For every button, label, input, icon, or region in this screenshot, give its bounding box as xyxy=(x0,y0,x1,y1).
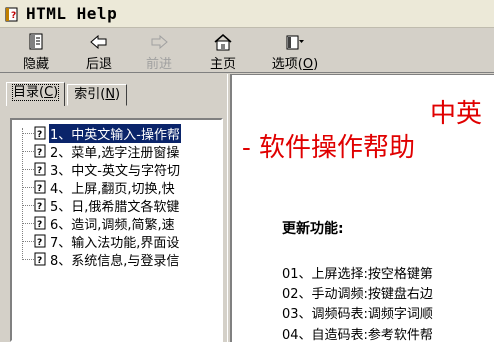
tree-item[interactable]: ? 4、上屏,翻页,切换,快 xyxy=(16,178,176,197)
title-bar: ? HTML Help xyxy=(0,0,494,28)
navigation-pane: 目录(C) 索引(N) ? 1、中英文输入-操作帮? 2、菜单,选字注册窗操? 3、中… xyxy=(0,74,227,342)
tree-connector xyxy=(22,258,34,260)
forward-button[interactable]: 前进 xyxy=(134,29,184,73)
tree-item-label: 6、造词,调频,简繁,速 xyxy=(50,217,175,233)
page-subheading: - 软件操作帮助 xyxy=(242,133,416,163)
tree-connector xyxy=(22,240,34,242)
tree-connector xyxy=(22,222,34,224)
svg-text:?: ? xyxy=(37,256,42,266)
help-page-icon: ? xyxy=(34,162,46,176)
arrow-left-icon xyxy=(90,33,108,51)
tree-connector xyxy=(22,204,34,206)
home-icon xyxy=(213,33,233,51)
tree-item[interactable]: ? 1、中英文输入-操作帮 xyxy=(16,122,182,144)
svg-text:?: ? xyxy=(37,238,42,248)
tree-item-label: 7、输入法功能,界面设 xyxy=(50,235,180,251)
back-button[interactable]: 后退 xyxy=(74,29,124,73)
hide-label: 隐藏 xyxy=(22,57,49,72)
feature-line: 03、调频码表:调频字词顺 xyxy=(282,307,433,322)
help-page-icon: ? xyxy=(34,180,46,194)
toolbar: 隐藏 后退 前进 主页 选项(O) xyxy=(0,29,494,73)
help-page-icon: ? xyxy=(34,144,46,158)
tree-connector xyxy=(22,186,34,188)
contents-tree[interactable]: ? 1、中英文输入-操作帮? 2、菜单,选字注册窗操? 3、中文-英文与字符切? 4、上… xyxy=(10,118,223,342)
tree-item[interactable]: ? 2、菜单,选字注册窗操 xyxy=(16,142,180,161)
svg-text:?: ? xyxy=(37,166,42,176)
feature-line: 02、手动调频:按键盘右边 xyxy=(282,287,433,302)
svg-text:?: ? xyxy=(37,202,42,212)
options-icon xyxy=(284,33,306,51)
nav-tabs: 目录(C) 索引(N) xyxy=(6,82,129,106)
help-page-icon: ? xyxy=(34,198,46,212)
tree-connector xyxy=(22,132,34,134)
help-book-icon: ? xyxy=(4,6,20,22)
svg-text:?: ? xyxy=(11,11,16,21)
content-pane[interactable]: 中英 - 软件操作帮助 更新功能: 01、上屏选择:按空格键第 02、手动调频:… xyxy=(231,74,494,342)
home-button[interactable]: 主页 xyxy=(198,29,248,73)
svg-text:?: ? xyxy=(37,220,42,230)
options-button[interactable]: 选项(O) xyxy=(264,29,326,73)
svg-text:?: ? xyxy=(37,130,42,140)
tree-item-label: 2、菜单,选字注册窗操 xyxy=(50,145,180,161)
tree-item-label: 3、中文-英文与字符切 xyxy=(50,163,180,179)
section-title: 更新功能: xyxy=(282,221,344,237)
svg-text:?: ? xyxy=(37,184,42,194)
page-heading: 中英 xyxy=(430,99,483,129)
hide-button[interactable]: 隐藏 xyxy=(8,29,64,73)
forward-label: 前进 xyxy=(145,57,172,72)
tree-item[interactable]: ? 7、输入法功能,界面设 xyxy=(16,232,180,251)
feature-line: 04、自造码表:参考软件帮 xyxy=(282,328,433,342)
tree-connector xyxy=(22,168,34,170)
tree-item-label: 8、系统信息,与登录信 xyxy=(50,253,180,269)
tree-item-label: 5、日,俄希腊文各软键 xyxy=(50,199,180,215)
svg-text:?: ? xyxy=(37,148,42,158)
options-label: 选项(O) xyxy=(271,57,319,72)
window-title: HTML Help xyxy=(26,4,118,23)
tree-item-label: 4、上屏,翻页,切换,快 xyxy=(50,181,175,197)
hide-pane-icon xyxy=(26,33,46,51)
feature-line: 01、上屏选择:按空格键第 xyxy=(282,267,433,282)
tab-contents[interactable]: 目录(C) xyxy=(6,82,66,106)
help-page-icon: ? xyxy=(34,252,46,266)
home-label: 主页 xyxy=(209,57,236,72)
arrow-right-icon xyxy=(150,33,168,51)
help-page-icon: ? xyxy=(34,126,46,140)
tree-connector xyxy=(22,150,34,152)
tree-item[interactable]: ? 6、造词,调频,简繁,速 xyxy=(16,214,176,233)
tree-item-label: 1、中英文输入-操作帮 xyxy=(48,122,182,144)
tree-item[interactable]: ? 8、系统信息,与登录信 xyxy=(16,250,180,269)
help-page-icon: ? xyxy=(34,234,46,248)
help-page-icon: ? xyxy=(34,216,46,230)
tab-index[interactable]: 索引(N) xyxy=(67,84,128,106)
back-label: 后退 xyxy=(85,57,112,72)
tree-item[interactable]: ? 5、日,俄希腊文各软键 xyxy=(16,196,180,215)
tree-item[interactable]: ? 3、中文-英文与字符切 xyxy=(16,160,181,179)
